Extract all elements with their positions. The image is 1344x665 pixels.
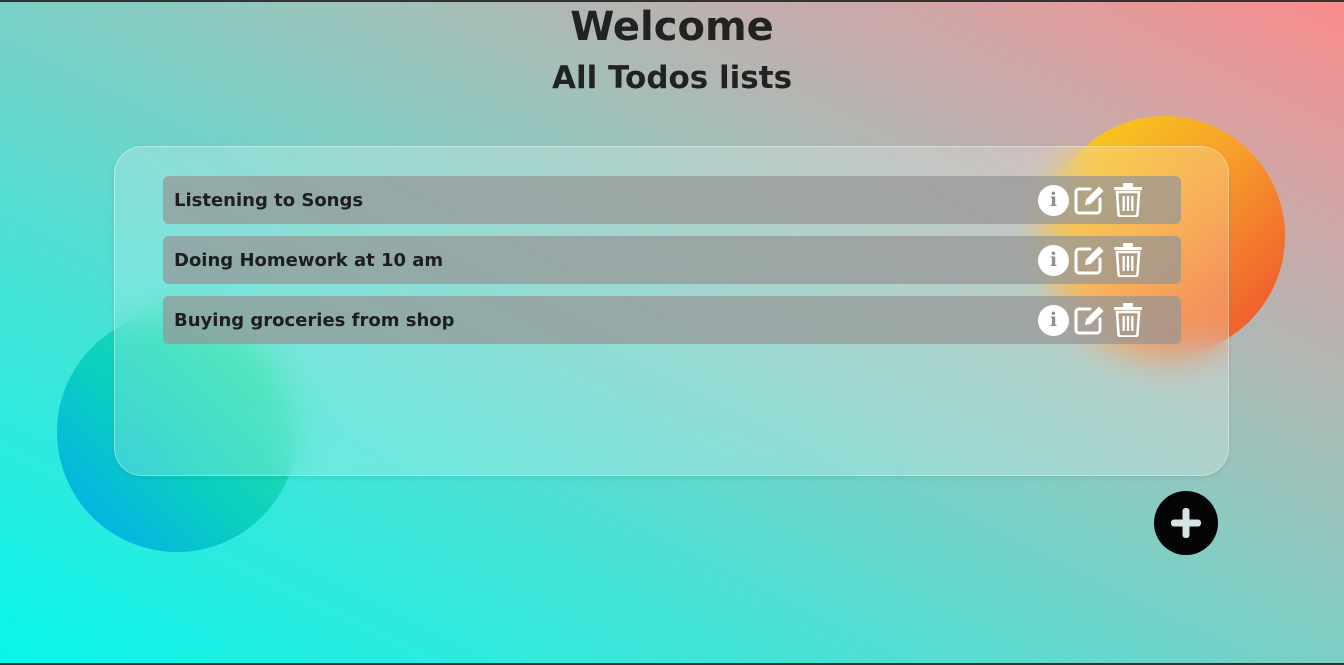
todo-item-text: Listening to Songs — [174, 189, 364, 211]
todo-item-text: Doing Homework at 10 am — [174, 249, 444, 271]
edit-icon[interactable] — [1073, 304, 1105, 336]
edit-icon[interactable] — [1073, 244, 1105, 276]
edit-icon[interactable] — [1073, 184, 1105, 216]
todo-item-text: Buying groceries from shop — [174, 309, 455, 331]
todo-item-actions: i — [1038, 303, 1143, 337]
trash-icon[interactable] — [1113, 303, 1143, 337]
todo-item-actions: i — [1038, 183, 1143, 217]
info-icon[interactable]: i — [1038, 184, 1069, 216]
plus-icon — [1171, 508, 1201, 538]
page-title: Welcome — [570, 4, 774, 50]
todo-item: Listening to Songs i — [163, 176, 1181, 224]
info-icon[interactable]: i — [1038, 304, 1069, 336]
todo-item-actions: i — [1038, 243, 1143, 277]
trash-icon[interactable] — [1113, 243, 1143, 277]
todo-item: Doing Homework at 10 am i — [163, 236, 1181, 284]
todo-list: Listening to Songs i Doing Homework at 1… — [163, 176, 1181, 356]
trash-icon[interactable] — [1113, 183, 1143, 217]
info-icon[interactable]: i — [1038, 244, 1069, 276]
todo-list-card: Listening to Songs i Doing Homework at 1… — [114, 146, 1229, 476]
add-todo-button[interactable] — [1154, 491, 1218, 555]
page-subtitle: All Todos lists — [551, 60, 793, 96]
todo-item: Buying groceries from shop i — [163, 296, 1181, 344]
